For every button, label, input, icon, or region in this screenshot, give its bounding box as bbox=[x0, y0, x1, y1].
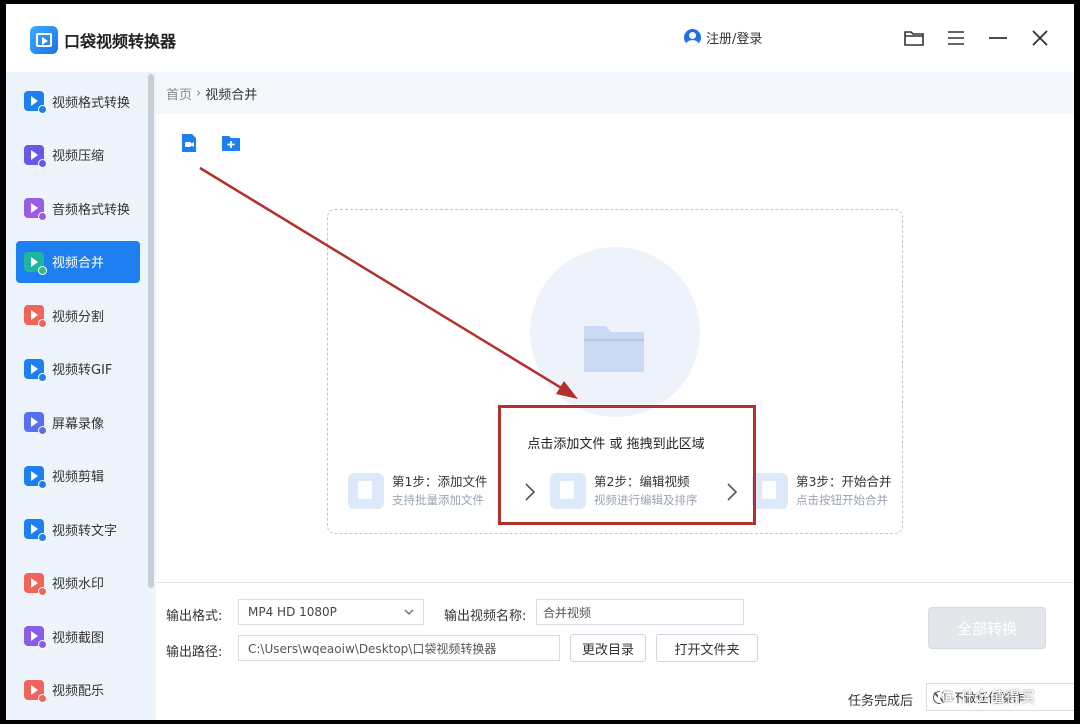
sidebar-item-video-music[interactable]: 视频配乐 bbox=[16, 669, 140, 711]
sidebar-item-label: 屏幕录像 bbox=[52, 416, 105, 432]
sidebar-item-video-screenshot[interactable]: 视频截图 bbox=[16, 615, 140, 657]
sidebar-item-label: 视频转文字 bbox=[52, 523, 118, 539]
main-content: 首页 › 视频合并 点击添加文件 或 拖拽到此区域 第1步：添加文件 支持批量添… bbox=[156, 72, 1074, 720]
sidebar-item-label: 视频剪辑 bbox=[52, 470, 105, 485]
output-format-value: MP4 HD 1080P bbox=[248, 605, 337, 619]
sidebar-item-label: 音频格式转换 bbox=[52, 202, 131, 218]
open-folder-button[interactable]: 打开文件夹 bbox=[656, 634, 758, 662]
add-file-step-icon bbox=[348, 473, 384, 509]
sidebar-item-video-edit[interactable]: 视频剪辑 bbox=[16, 455, 140, 497]
sidebar-item-label: 视频配乐 bbox=[52, 684, 105, 699]
sidebar-item-video-convert[interactable]: 视频格式转换 bbox=[16, 80, 140, 122]
app-title: 口袋视频转换器 bbox=[64, 32, 177, 51]
sidebar: 视频格式转换 视频压缩音频格式转换 视频合并视频分割视频转GIF 屏幕录像视频剪辑视频… bbox=[6, 72, 156, 720]
output-path-input[interactable]: C:\Users\wqeaoiw\Desktop\口袋视频转换器 bbox=[238, 635, 560, 661]
sidebar-item-video-text[interactable]: 视频转文字 bbox=[16, 508, 140, 550]
title-bar: 口袋视频转换器 注册/登录 bbox=[6, 4, 1074, 72]
sidebar-item-video-watermark[interactable]: 视频水印 bbox=[16, 562, 140, 604]
step-3-subtitle: 点击按钮开始合并 bbox=[796, 493, 888, 507]
start-merge-step-icon bbox=[752, 473, 788, 509]
video-convert-icon bbox=[24, 91, 47, 114]
close-icon bbox=[1032, 30, 1048, 46]
folder-illustration-icon bbox=[582, 318, 646, 374]
sidebar-item-label: 视频截图 bbox=[52, 630, 105, 646]
login-label: 注册/登录 bbox=[706, 32, 763, 47]
sidebar-item-label: 视频分割 bbox=[52, 309, 105, 325]
sidebar-item-label: 视频压缩 bbox=[52, 149, 105, 164]
output-settings-panel: 输出格式: MP4 HD 1080P 输出视频名称: 合并视频 输出路径: C:… bbox=[156, 582, 1074, 720]
video-edit-icon bbox=[24, 465, 47, 489]
sidebar-item-audio-convert[interactable]: 音频格式转换 bbox=[16, 187, 140, 229]
video-text-icon bbox=[24, 519, 47, 542]
convert-all-button[interactable]: 全部转换 bbox=[928, 607, 1046, 649]
sidebar-item-label: 视频格式转换 bbox=[52, 95, 131, 111]
audio-convert-icon bbox=[24, 198, 47, 221]
sidebar-item-video-gif[interactable]: 视频转GIF bbox=[16, 348, 140, 390]
login-button[interactable]: 注册/登录 bbox=[684, 28, 762, 47]
video-music-icon bbox=[24, 679, 47, 703]
menu-button[interactable] bbox=[944, 26, 968, 50]
add-file-button[interactable] bbox=[178, 132, 200, 154]
change-directory-button[interactable]: 更改目录 bbox=[570, 634, 646, 662]
step-1-subtitle: 支持批量添加文件 bbox=[392, 493, 484, 507]
video-watermark-icon bbox=[24, 572, 47, 596]
minimize-button[interactable] bbox=[986, 26, 1010, 50]
sidebar-item-label: 视频水印 bbox=[52, 577, 105, 592]
step-3-title: 第3步：开始合并 bbox=[796, 474, 892, 489]
step-1-title: 第1步：添加文件 bbox=[392, 474, 488, 489]
sidebar-item-video-split[interactable]: 视频分割 bbox=[16, 294, 140, 336]
sidebar-item-video-merge[interactable]: 视频合并 bbox=[16, 240, 140, 283]
video-gif-icon bbox=[24, 358, 47, 382]
sidebar-item-video-compress[interactable]: 视频压缩 bbox=[16, 134, 140, 176]
video-compress-icon bbox=[24, 144, 47, 168]
annotation-highlight-box bbox=[498, 405, 756, 525]
chevron-down-icon bbox=[404, 609, 414, 615]
breadcrumb-current: 视频合并 bbox=[205, 87, 258, 103]
app-logo-icon bbox=[30, 26, 58, 54]
watermark-logo-icon: 值 bbox=[938, 687, 956, 706]
app-window: 口袋视频转换器 注册/登录 视频格式转换 视频压缩 音频格式转换 视频合并 视频分割 视频… bbox=[6, 4, 1074, 720]
minimize-icon bbox=[989, 37, 1007, 39]
video-merge-icon bbox=[24, 251, 47, 275]
output-name-value: 合并视频 bbox=[543, 605, 592, 620]
video-screenshot-icon bbox=[24, 626, 47, 649]
output-name-input[interactable]: 合并视频 bbox=[536, 599, 744, 625]
screen-record-icon bbox=[24, 412, 47, 435]
output-path-value: C:\Users\wqeaoiw\Desktop\口袋视频转换器 bbox=[248, 641, 497, 656]
output-path-label: 输出路径: bbox=[166, 645, 223, 660]
add-folder-button[interactable] bbox=[220, 132, 242, 154]
output-name-label: 输出视频名称: bbox=[444, 609, 527, 624]
step-3: 第3步：开始合并 点击按钮开始合并 bbox=[752, 473, 891, 513]
sidebar-item-label: 视频转GIF bbox=[52, 363, 113, 378]
output-format-label: 输出格式: bbox=[166, 609, 223, 624]
after-task-label: 任务完成后 bbox=[848, 694, 914, 709]
sidebar-item-screen-record[interactable]: 屏幕录像 bbox=[16, 401, 140, 443]
video-split-icon bbox=[24, 305, 47, 328]
sidebar-scrollbar[interactable] bbox=[148, 74, 154, 588]
close-button[interactable] bbox=[1028, 26, 1052, 50]
add-folder-icon bbox=[222, 136, 240, 151]
folder-button[interactable] bbox=[902, 26, 926, 50]
watermark-text: 什么值得买 bbox=[960, 688, 1036, 706]
sidebar-item-label: 视频合并 bbox=[52, 256, 105, 271]
folder-icon bbox=[904, 31, 924, 46]
step-1: 第1步：添加文件 支持批量添加文件 bbox=[348, 473, 487, 513]
breadcrumb-separator: › bbox=[196, 85, 202, 101]
output-format-select[interactable]: MP4 HD 1080P bbox=[238, 599, 424, 625]
breadcrumb-home-link[interactable]: 首页 bbox=[166, 84, 192, 103]
site-watermark: 值 什么值得买 bbox=[938, 686, 1035, 707]
add-video-file-icon bbox=[182, 134, 196, 152]
user-avatar-icon bbox=[684, 29, 701, 46]
hamburger-menu-icon bbox=[948, 31, 964, 45]
breadcrumb: 首页 › 视频合并 bbox=[156, 72, 1074, 114]
